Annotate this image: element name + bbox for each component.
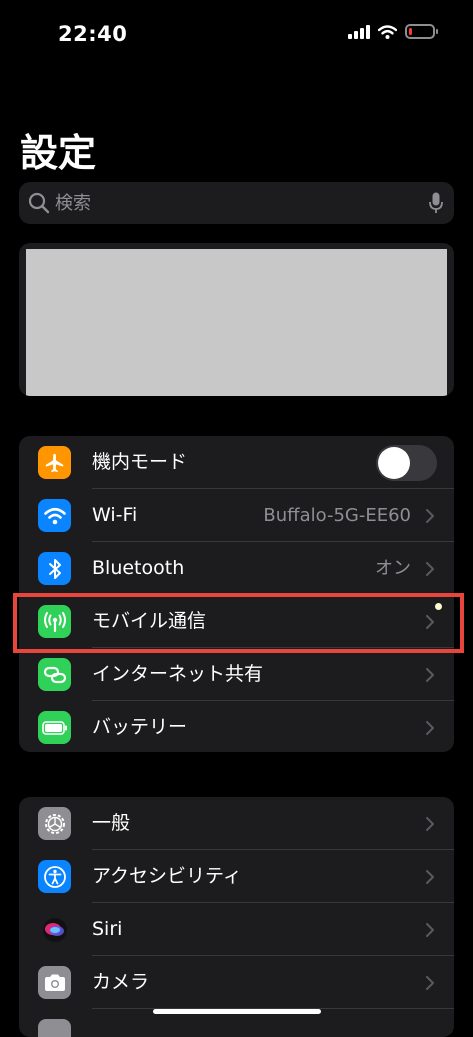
link-icon [38, 658, 71, 691]
row-camera[interactable]: カメラ [19, 956, 454, 1009]
row-label: Wi-Fi [92, 504, 138, 526]
chevron-right-icon [426, 870, 434, 884]
chevron-right-icon [426, 923, 434, 937]
battery-icon [38, 711, 71, 744]
row-accessibility[interactable]: アクセシビリティ [19, 850, 454, 903]
status-bar: 22:40 [0, 0, 473, 70]
chevron-right-icon [426, 976, 434, 990]
gear-icon [38, 807, 71, 840]
row-general[interactable]: 一般 [19, 797, 454, 850]
wifi-icon [38, 499, 71, 532]
chevron-right-icon [426, 562, 434, 576]
apple-id-card[interactable] [19, 243, 454, 396]
cellular-signal-icon [348, 24, 370, 39]
row-label: インターネット共有 [92, 663, 264, 685]
search-icon [28, 192, 50, 214]
row-label: 機内モード [92, 451, 188, 473]
row-label: アクセシビリティ [92, 865, 242, 887]
chevron-right-icon [426, 721, 434, 735]
status-icons [348, 24, 438, 39]
row-wifi[interactable]: Wi-Fi Buffalo-5G-EE60 [19, 489, 454, 542]
row-bluetooth[interactable]: Bluetooth オン [19, 542, 454, 595]
search-input[interactable] [55, 182, 425, 224]
row-value: Buffalo-5G-EE60 [263, 505, 411, 526]
camera-icon [38, 966, 71, 999]
row-label: Bluetooth [92, 557, 185, 579]
airplane-icon [38, 446, 71, 479]
airplane-mode-toggle[interactable] [376, 445, 437, 481]
row-label: Siri [92, 918, 123, 940]
chevron-right-icon [426, 509, 434, 523]
status-time: 22:40 [58, 22, 128, 46]
settings-group-general: 一般 アクセシビリティ Siri カメラ [19, 797, 454, 1037]
home-indicator [153, 1009, 321, 1014]
chevron-right-icon [426, 668, 434, 682]
siri-icon [38, 913, 71, 946]
row-airplane-mode: 機内モード [19, 436, 454, 489]
search-bar[interactable] [19, 182, 454, 224]
row-label: バッテリー [92, 716, 188, 738]
mic-icon[interactable] [429, 192, 443, 214]
row-label: 一般 [92, 812, 131, 834]
row-siri[interactable]: Siri [19, 903, 454, 956]
bluetooth-icon [38, 552, 71, 585]
page-title: 設定 [20, 131, 97, 175]
row-personal-hotspot[interactable]: インターネット共有 [19, 648, 454, 701]
wifi-status-icon [378, 24, 397, 39]
partial-icon [38, 1019, 71, 1037]
toggle-knob [378, 447, 410, 479]
accessibility-icon [38, 860, 71, 893]
row-value: オン [375, 558, 411, 579]
chevron-right-icon [426, 817, 434, 831]
row-label: カメラ [92, 971, 150, 993]
battery-status-icon [405, 24, 438, 39]
highlight-annotation-box [13, 593, 464, 653]
row-battery[interactable]: バッテリー [19, 701, 454, 752]
redacted-profile [26, 249, 447, 396]
